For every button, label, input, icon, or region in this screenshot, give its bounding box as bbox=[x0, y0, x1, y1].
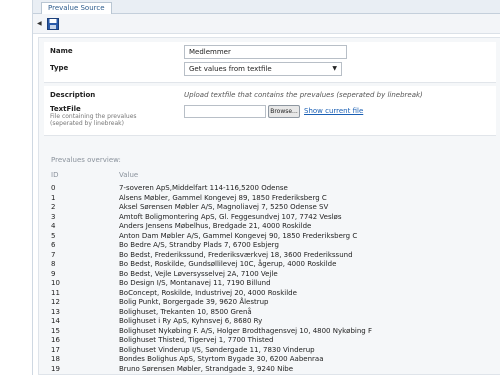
table-row: 11 BoConcept, Roskilde, Industrivej 20, 4… bbox=[39, 288, 500, 298]
browse-button[interactable]: Browse... bbox=[268, 105, 300, 118]
type-select-value: Get values from textfile bbox=[189, 65, 272, 73]
row-id: 14 bbox=[51, 317, 60, 325]
row-id: 15 bbox=[51, 326, 60, 335]
id-column-header: ID bbox=[51, 171, 59, 179]
tab-prevalue-source[interactable]: Prevalue Source bbox=[41, 2, 112, 14]
table-row: 9 Bo Bedst, Vejle Løversysselvej 2A, 7100… bbox=[39, 269, 500, 279]
row-value: Bondes Bolighus ApS, Styrtom Bygade 30, … bbox=[119, 355, 324, 363]
row-id: 5 bbox=[51, 231, 56, 240]
save-icon[interactable] bbox=[47, 18, 59, 30]
row-id: 8 bbox=[51, 260, 56, 268]
table-row: 0 7-soveren ApS,Middelfart 114-116,5200 O… bbox=[39, 183, 500, 193]
row-id: 17 bbox=[51, 345, 60, 354]
row-id: 9 bbox=[51, 269, 56, 278]
row-id: 4 bbox=[51, 222, 56, 230]
left-tree-panel bbox=[0, 0, 33, 375]
description-text: Upload textfile that contains the preval… bbox=[184, 91, 423, 99]
description-label: Description bbox=[50, 91, 96, 99]
textfile-hint: File containing the prevalues (seperated… bbox=[50, 113, 137, 127]
table-row: 12 Bolig Punkt, Borgergade 39, 9620 Ålest… bbox=[39, 297, 500, 307]
row-value: Bruno Sørensen Møbler, Strandgade 3, 924… bbox=[119, 364, 294, 373]
toolbar: ◀ bbox=[33, 14, 500, 34]
row-id: 0 bbox=[51, 184, 56, 192]
row-value: Bolighuset i Ry ApS, Kyhnsvej 6, 8680 Ry bbox=[119, 317, 263, 325]
row-id: 12 bbox=[51, 298, 60, 306]
row-value: Anders Jensens Møbelhus, Bredgade 21, 40… bbox=[119, 222, 312, 230]
type-select[interactable]: Get values from textfile ▼ bbox=[184, 62, 342, 76]
table-row: 16 Bolighuset Thisted, Tigervej 1, 7700 T… bbox=[39, 335, 500, 345]
row-value: BoConcept, Roskilde, Industrivej 20, 400… bbox=[119, 288, 297, 297]
table-row: 13 Bolighuset, Trekanten 10, 8500 Grenå bbox=[39, 307, 500, 317]
row-value: Anton Dam Møbler A/S, Gammel Kongevej 90… bbox=[119, 231, 358, 240]
overview-title: Prevalues overview: bbox=[51, 156, 121, 164]
row-id: 3 bbox=[51, 212, 56, 221]
row-value: Bo Bedst, Roskilde, Gundsøllilevej 10C, … bbox=[119, 260, 337, 268]
table-row: 15 Bolighuset Nykøbing F. A/S, Holger Bro… bbox=[39, 326, 500, 336]
table-row: 3 Amtoft Boligmontering ApS, Gl. Feggesun… bbox=[39, 212, 500, 222]
table-row: 14 Bolighuset i Ry ApS, Kyhnsvej 6, 8680 … bbox=[39, 316, 500, 326]
main-area: Prevalue Source ◀ Name Type Get values f… bbox=[33, 0, 500, 375]
table-row: 4 Anders Jensens Møbelhus, Bredgade 21, 4… bbox=[39, 221, 500, 231]
row-id: 18 bbox=[51, 355, 60, 363]
row-value: Bo Bedst, Frederikssund, Frederiksværkve… bbox=[119, 250, 353, 259]
expand-arrow-icon[interactable]: ◀ bbox=[37, 20, 43, 28]
row-value: Bolighuset, Trekanten 10, 8500 Grenå bbox=[119, 307, 252, 316]
value-column-header: Value bbox=[119, 171, 139, 179]
table-row: 1 Alsens Møbler, Gammel Kongevej 89, 1850… bbox=[39, 193, 500, 203]
table-row: 6 Bo Bedre A/S, Strandby Plads 7, 6700 Es… bbox=[39, 240, 500, 250]
table-row: 19 Bruno Sørensen Møbler, Strandgade 3, 9… bbox=[39, 364, 500, 374]
row-id: 19 bbox=[51, 364, 60, 373]
properties-block: Name Type Get values from textfile ▼ bbox=[44, 42, 496, 83]
table-row: 17 Bolighuset Vinderup I/S, Søndergade 11… bbox=[39, 345, 500, 355]
name-label: Name bbox=[50, 47, 73, 55]
row-value: Bo Bedre A/S, Strandby Plads 7, 6700 Esb… bbox=[119, 241, 279, 249]
row-value: Alsens Møbler, Gammel Kongevej 89, 1850 … bbox=[119, 193, 327, 202]
row-id: 2 bbox=[51, 203, 56, 211]
table-row: 8 Bo Bedst, Roskilde, Gundsøllilevej 10C,… bbox=[39, 259, 500, 269]
file-input[interactable] bbox=[184, 105, 266, 118]
chevron-down-icon: ▼ bbox=[332, 65, 337, 72]
row-value: Bolighuset Nykøbing F. A/S, Holger Brodt… bbox=[119, 326, 372, 335]
editor-panel: Name Type Get values from textfile ▼ Des… bbox=[38, 37, 500, 375]
textfile-block: Description Upload textfile that contain… bbox=[44, 86, 496, 136]
name-input[interactable] bbox=[184, 45, 347, 59]
table-row: 5 Anton Dam Møbler A/S, Gammel Kongevej 9… bbox=[39, 231, 500, 241]
table-row: 2 Aksel Sørensen Møbler A/S, Magnoliavej … bbox=[39, 202, 500, 212]
tab-bar: Prevalue Source bbox=[33, 0, 500, 14]
row-value: Aksel Sørensen Møbler A/S, Magnoliavej 7… bbox=[119, 203, 329, 211]
row-value: Bolighuset Vinderup I/S, Søndergade 11, … bbox=[119, 345, 315, 354]
row-value: Bo Bedst, Vejle Løversysselvej 2A, 7100 … bbox=[119, 269, 278, 278]
type-label: Type bbox=[50, 64, 69, 72]
row-id: 11 bbox=[51, 288, 60, 297]
row-id: 13 bbox=[51, 307, 60, 316]
textfile-label: TextFile bbox=[50, 105, 81, 113]
table-row: 18 Bondes Bolighus ApS, Styrtom Bygade 30… bbox=[39, 354, 500, 364]
table-row: 7 Bo Bedst, Frederikssund, Frederiksværkv… bbox=[39, 250, 500, 260]
row-value: Bolighuset Thisted, Tigervej 1, 7700 Thi… bbox=[119, 336, 274, 344]
row-id: 16 bbox=[51, 336, 60, 344]
row-value: 7-soveren ApS,Middelfart 114-116,5200 Od… bbox=[119, 184, 288, 192]
row-id: 10 bbox=[51, 279, 60, 287]
row-value: Bolig Punkt, Borgergade 39, 9620 Ålestru… bbox=[119, 298, 269, 306]
row-value: Bo Design I/S, Montanavej 11, 7190 Billu… bbox=[119, 279, 271, 287]
row-id: 1 bbox=[51, 193, 56, 202]
row-id: 6 bbox=[51, 241, 56, 249]
row-value: Amtoft Boligmontering ApS, Gl. Feggesund… bbox=[119, 212, 342, 221]
show-current-file-link[interactable]: Show current file bbox=[304, 107, 363, 115]
table-row: 10 Bo Design I/S, Montanavej 11, 7190 Bil… bbox=[39, 278, 500, 288]
row-id: 7 bbox=[51, 250, 56, 259]
